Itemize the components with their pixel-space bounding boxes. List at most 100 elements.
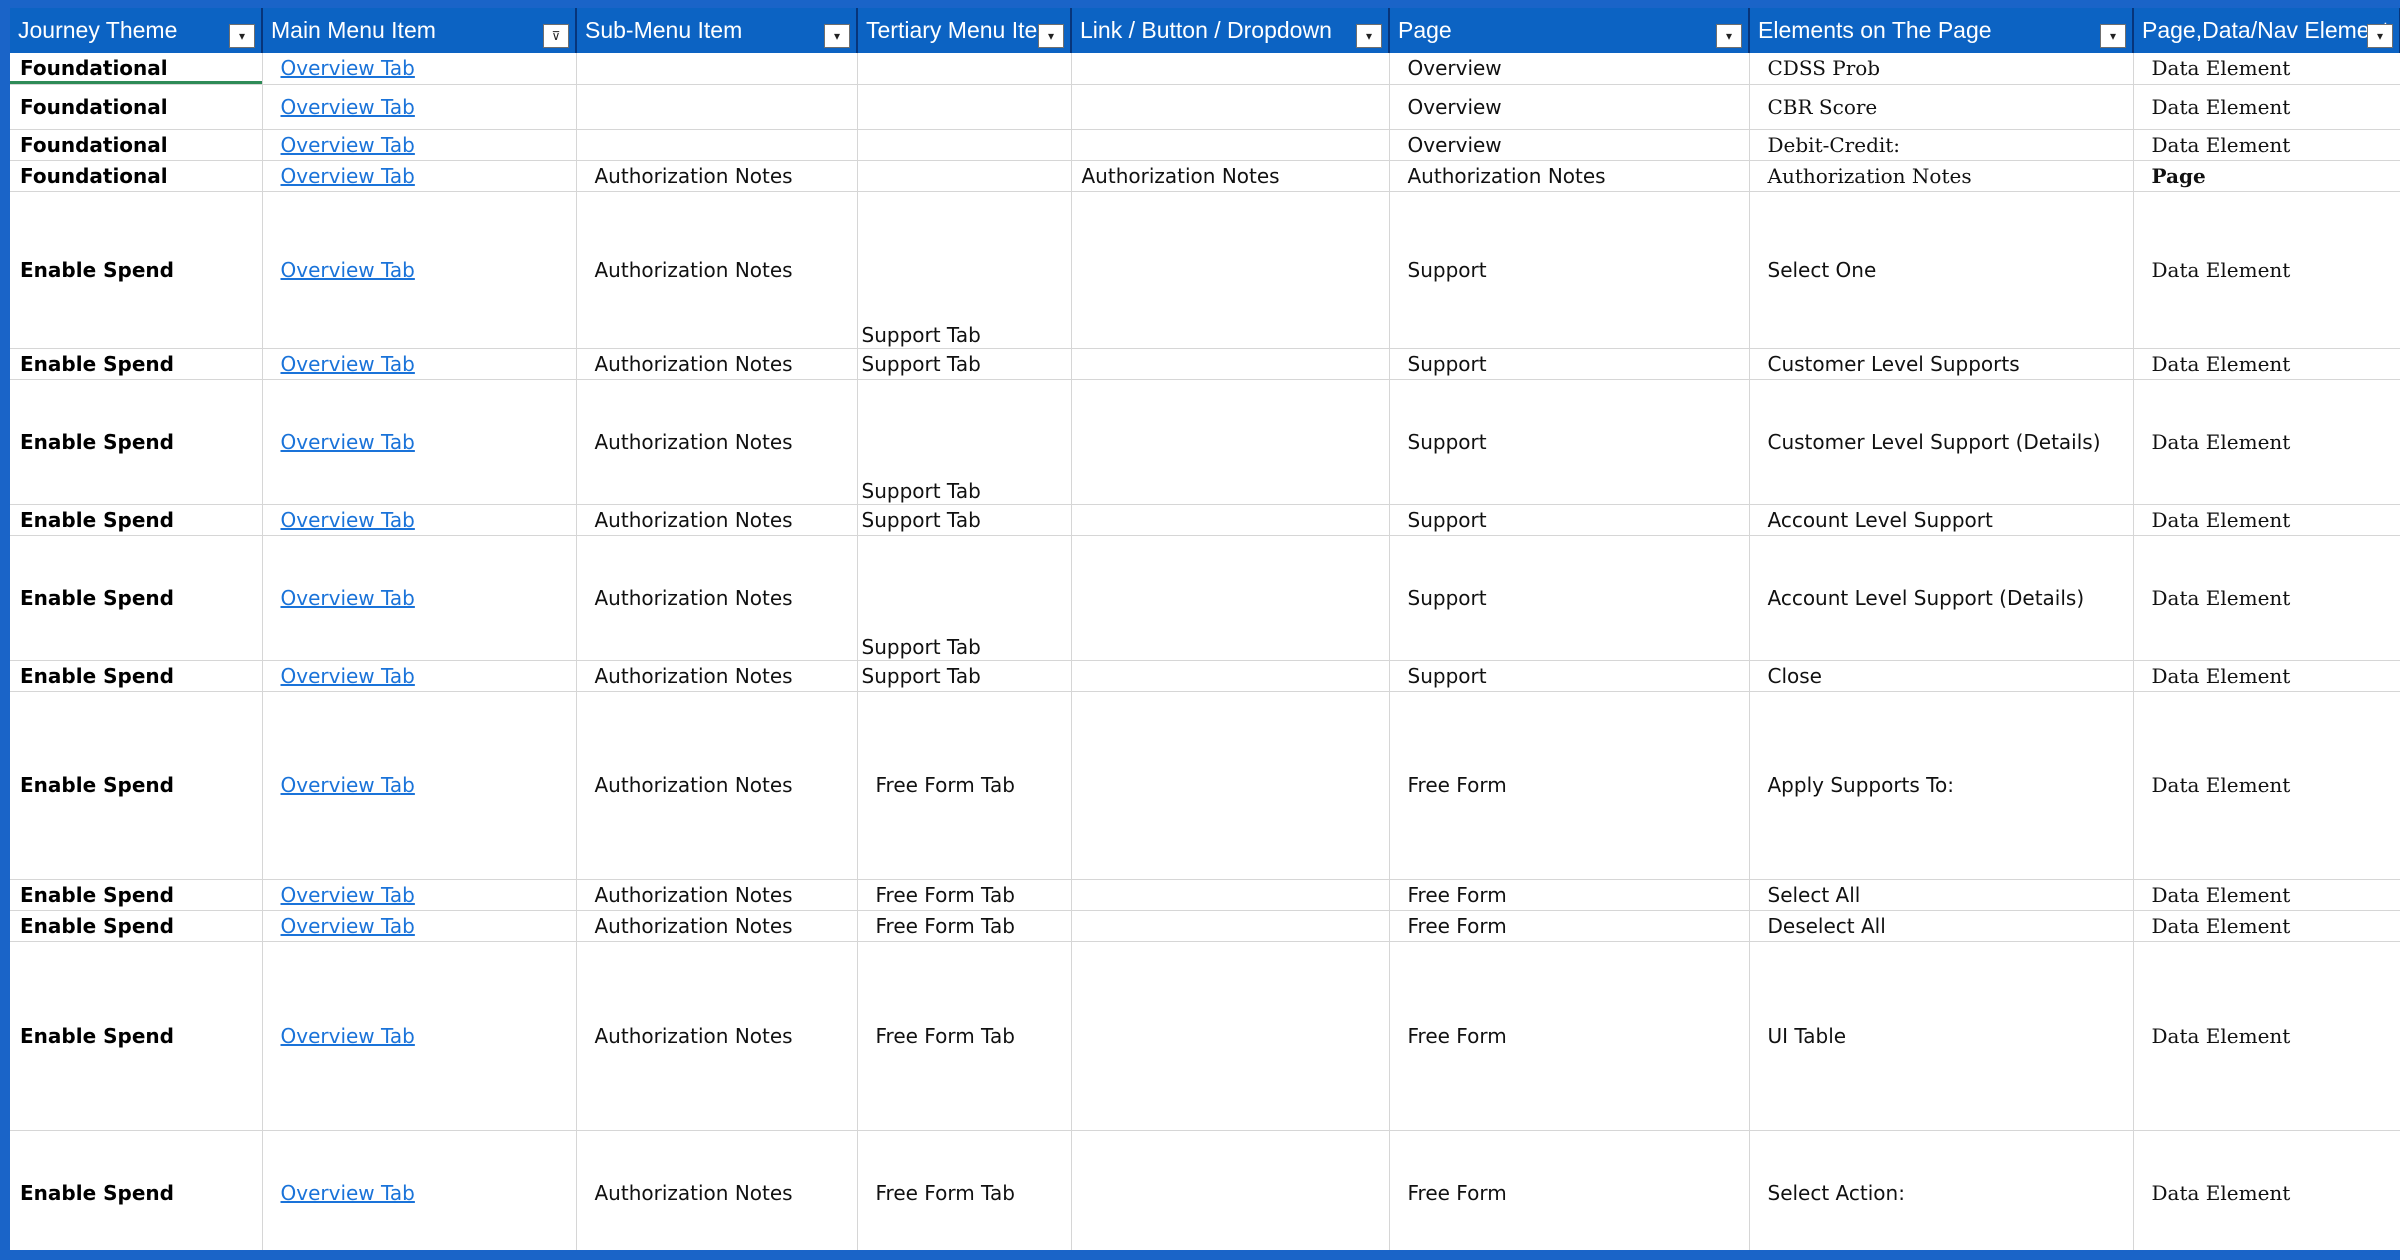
tertiary-menu-cell[interactable]: Support Tab xyxy=(857,348,1072,380)
filter-dropdown-icon[interactable]: ▾ xyxy=(2367,24,2393,48)
element-cell[interactable]: Account Level Support (Details) xyxy=(1749,535,2134,661)
journey-theme-cell[interactable]: Foundational xyxy=(10,84,263,130)
tertiary-menu-cell[interactable]: Support Tab xyxy=(857,660,1072,692)
tertiary-menu-cell[interactable]: Support Tab xyxy=(857,379,1072,505)
link-button-cell[interactable] xyxy=(1071,535,1390,661)
journey-theme-cell[interactable]: Enable Spend xyxy=(10,660,263,692)
main-menu-link[interactable]: Overview Tab xyxy=(262,348,577,380)
main-menu-link[interactable]: Overview Tab xyxy=(262,535,577,661)
page-cell[interactable]: Authorization Notes xyxy=(1389,160,1750,192)
element-cell[interactable]: Account Level Support xyxy=(1749,504,2134,536)
element-cell[interactable]: Authorization Notes xyxy=(1749,160,2134,192)
element-cell[interactable]: UI Table xyxy=(1749,941,2134,1131)
journey-theme-cell[interactable]: Enable Spend xyxy=(10,941,263,1131)
tertiary-menu-cell[interactable] xyxy=(857,129,1072,161)
filter-dropdown-icon[interactable]: ▾ xyxy=(1356,24,1382,48)
link-button-cell[interactable] xyxy=(1071,129,1390,161)
tertiary-menu-cell[interactable]: Free Form Tab xyxy=(857,691,1072,880)
tertiary-menu-cell[interactable]: Free Form Tab xyxy=(857,941,1072,1131)
element-type-cell[interactable]: Data Element xyxy=(2133,660,2400,692)
element-cell[interactable]: CDSS Prob xyxy=(1749,53,2134,85)
sub-menu-cell[interactable]: Authorization Notes xyxy=(576,910,858,942)
sub-menu-cell[interactable]: Authorization Notes xyxy=(576,160,858,192)
main-menu-link[interactable]: Overview Tab xyxy=(262,84,577,130)
element-type-cell[interactable]: Data Element xyxy=(2133,691,2400,880)
element-type-cell[interactable]: Data Element xyxy=(2133,84,2400,130)
link-button-cell[interactable] xyxy=(1071,379,1390,505)
journey-theme-cell[interactable]: Enable Spend xyxy=(10,910,263,942)
link-button-cell[interactable] xyxy=(1071,504,1390,536)
filter-dropdown-icon[interactable]: ▾ xyxy=(1716,24,1742,48)
sub-menu-cell[interactable]: Authorization Notes xyxy=(576,504,858,536)
journey-theme-cell[interactable]: Enable Spend xyxy=(10,348,263,380)
sub-menu-cell[interactable]: Authorization Notes xyxy=(576,660,858,692)
page-cell[interactable]: Support xyxy=(1389,504,1750,536)
element-cell[interactable]: Select One xyxy=(1749,191,2134,349)
page-cell[interactable]: Free Form xyxy=(1389,941,1750,1131)
page-cell[interactable]: Free Form xyxy=(1389,879,1750,911)
journey-theme-cell[interactable]: Foundational xyxy=(10,129,263,161)
page-cell[interactable]: Free Form xyxy=(1389,1130,1750,1250)
tertiary-menu-cell[interactable]: Free Form Tab xyxy=(857,879,1072,911)
tertiary-menu-cell[interactable]: Support Tab xyxy=(857,504,1072,536)
link-button-cell[interactable] xyxy=(1071,84,1390,130)
element-type-cell[interactable]: Page xyxy=(2133,160,2400,192)
sub-menu-cell[interactable]: Authorization Notes xyxy=(576,348,858,380)
main-menu-link[interactable]: Overview Tab xyxy=(262,691,577,880)
journey-theme-cell[interactable]: Foundational xyxy=(10,160,263,192)
element-type-cell[interactable]: Data Element xyxy=(2133,910,2400,942)
sub-menu-cell[interactable]: Authorization Notes xyxy=(576,1130,858,1250)
element-type-cell[interactable]: Data Element xyxy=(2133,53,2400,85)
element-type-cell[interactable]: Data Element xyxy=(2133,348,2400,380)
element-type-cell[interactable]: Data Element xyxy=(2133,504,2400,536)
main-menu-link[interactable]: Overview Tab xyxy=(262,504,577,536)
sub-menu-cell[interactable]: Authorization Notes xyxy=(576,379,858,505)
main-menu-link[interactable]: Overview Tab xyxy=(262,160,577,192)
main-menu-link[interactable]: Overview Tab xyxy=(262,53,577,85)
link-button-cell[interactable] xyxy=(1071,53,1390,85)
link-button-cell[interactable] xyxy=(1071,1130,1390,1250)
sub-menu-cell[interactable]: Authorization Notes xyxy=(576,879,858,911)
element-cell[interactable]: Debit-Credit: xyxy=(1749,129,2134,161)
main-menu-link[interactable]: Overview Tab xyxy=(262,191,577,349)
link-button-cell[interactable]: Authorization Notes xyxy=(1071,160,1390,192)
tertiary-menu-cell[interactable] xyxy=(857,160,1072,192)
link-button-cell[interactable] xyxy=(1071,941,1390,1131)
element-type-cell[interactable]: Data Element xyxy=(2133,379,2400,505)
journey-theme-cell[interactable]: Enable Spend xyxy=(10,535,263,661)
element-type-cell[interactable]: Data Element xyxy=(2133,941,2400,1131)
page-cell[interactable]: Free Form xyxy=(1389,910,1750,942)
page-cell[interactable]: Support xyxy=(1389,348,1750,380)
sub-menu-cell[interactable] xyxy=(576,129,858,161)
main-menu-link[interactable]: Overview Tab xyxy=(262,1130,577,1250)
link-button-cell[interactable] xyxy=(1071,691,1390,880)
journey-theme-cell[interactable]: Enable Spend xyxy=(10,1130,263,1250)
sub-menu-cell[interactable] xyxy=(576,53,858,85)
element-cell[interactable]: Deselect All xyxy=(1749,910,2134,942)
element-cell[interactable]: Customer Level Support (Details) xyxy=(1749,379,2134,505)
element-type-cell[interactable]: Data Element xyxy=(2133,191,2400,349)
journey-theme-cell[interactable]: Enable Spend xyxy=(10,691,263,880)
element-cell[interactable]: Customer Level Supports xyxy=(1749,348,2134,380)
main-menu-link[interactable]: Overview Tab xyxy=(262,660,577,692)
link-button-cell[interactable] xyxy=(1071,660,1390,692)
sub-menu-cell[interactable] xyxy=(576,84,858,130)
page-cell[interactable]: Overview xyxy=(1389,53,1750,85)
page-cell[interactable]: Support xyxy=(1389,379,1750,505)
page-cell[interactable]: Overview xyxy=(1389,129,1750,161)
sub-menu-cell[interactable]: Authorization Notes xyxy=(576,691,858,880)
tertiary-menu-cell[interactable]: Support Tab xyxy=(857,191,1072,349)
sub-menu-cell[interactable]: Authorization Notes xyxy=(576,941,858,1131)
journey-theme-cell[interactable]: Foundational xyxy=(10,53,263,85)
main-menu-link[interactable]: Overview Tab xyxy=(262,129,577,161)
journey-theme-cell[interactable]: Enable Spend xyxy=(10,191,263,349)
link-button-cell[interactable] xyxy=(1071,910,1390,942)
link-button-cell[interactable] xyxy=(1071,191,1390,349)
sub-menu-cell[interactable]: Authorization Notes xyxy=(576,191,858,349)
page-cell[interactable]: Support xyxy=(1389,535,1750,661)
element-cell[interactable]: Select Action: xyxy=(1749,1130,2134,1250)
tertiary-menu-cell[interactable]: Free Form Tab xyxy=(857,910,1072,942)
tertiary-menu-cell[interactable]: Free Form Tab xyxy=(857,1130,1072,1250)
link-button-cell[interactable] xyxy=(1071,348,1390,380)
filter-dropdown-icon[interactable]: ▾ xyxy=(2100,24,2126,48)
